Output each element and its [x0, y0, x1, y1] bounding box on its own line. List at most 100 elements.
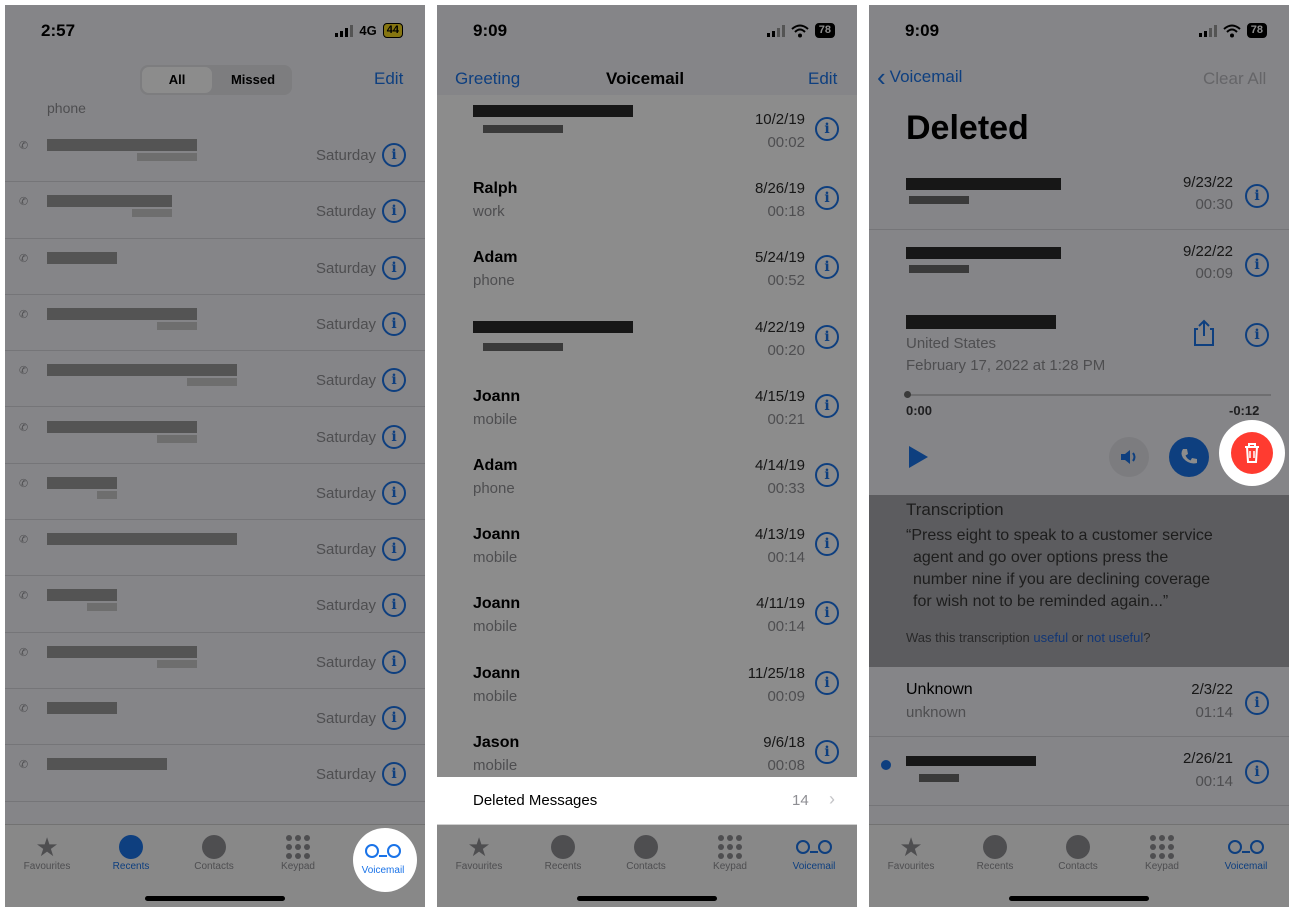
info-icon[interactable]: i [382, 762, 406, 787]
tab-voicemail[interactable]: Voicemail [343, 837, 423, 876]
segment-missed[interactable]: Missed [216, 67, 290, 93]
call-row[interactable]: ✆ Saturday i [5, 181, 425, 239]
tab-keypad[interactable]: Keypad [1122, 833, 1202, 872]
voicemail-row[interactable]: Joann mobile 4/13/19 00:14 i [437, 510, 857, 581]
back-button[interactable]: ‹ Voicemail [877, 64, 963, 90]
edit-button[interactable]: Edit [374, 69, 403, 89]
call-row[interactable]: ✆ Saturday i [5, 632, 425, 689]
info-icon[interactable]: i [815, 117, 839, 141]
tab-recents[interactable]: Recents [91, 833, 171, 872]
tab-keypad[interactable]: Keypad [258, 833, 338, 872]
info-icon[interactable]: i [1245, 691, 1269, 715]
info-icon[interactable]: i [815, 601, 839, 626]
back-label: Voicemail [889, 67, 963, 86]
tab-voicemail[interactable]: Voicemail [774, 833, 854, 872]
info-icon[interactable]: i [382, 480, 406, 505]
segment-all[interactable]: All [142, 67, 212, 93]
greeting-button[interactable]: Greeting [455, 69, 520, 89]
voicemail-row[interactable]: Adam phone 5/24/19 00:52 i [437, 233, 857, 304]
info-icon[interactable]: i [382, 649, 406, 674]
edit-button[interactable]: Edit [808, 69, 837, 89]
tab-voicemail[interactable]: Voicemail [1206, 833, 1286, 872]
info-icon[interactable]: i [382, 424, 406, 449]
info-icon[interactable]: i [815, 532, 839, 557]
play-icon[interactable] [907, 445, 929, 469]
tab-keypad[interactable]: Keypad [690, 833, 770, 872]
transcription-block: Transcription “Press eight to speak to a… [869, 495, 1289, 667]
call-row[interactable]: ✆ Saturday i [5, 575, 425, 633]
call-row[interactable]: ✆ Saturday i [5, 744, 425, 802]
playback-scrubber[interactable] [904, 391, 1271, 398]
voicemail-row[interactable]: Adam phone 4/14/19 00:33 i [437, 441, 857, 512]
tab-contacts[interactable]: Contacts [606, 833, 686, 872]
deleted-row[interactable]: Unknown unknown 2/3/22 01:14 i [869, 667, 1289, 737]
tab-contacts[interactable]: Contacts [1038, 833, 1118, 872]
tab-contacts[interactable]: Contacts [174, 833, 254, 872]
share-icon[interactable] [1192, 319, 1216, 347]
tab-keypad-label: Keypad [1145, 861, 1179, 872]
voicemail-date: 10/2/19 [754, 111, 805, 128]
keypad-icon [718, 835, 742, 859]
call-row[interactable]: ✆ Saturday i [5, 350, 425, 408]
status-bar: 9:09 78 [437, 5, 857, 57]
info-icon[interactable]: i [382, 255, 406, 280]
tab-favourites[interactable]: ★ Favourites [439, 832, 519, 873]
info-icon[interactable]: i [815, 670, 839, 695]
voicemail-row[interactable]: Joann mobile 4/11/19 00:14 i [437, 579, 857, 650]
call-back-button[interactable] [1169, 437, 1209, 477]
call-row[interactable]: ✆ Saturday i [5, 238, 425, 295]
page-title: Deleted [906, 109, 1029, 147]
deleted-row[interactable]: 9/22/22 00:09 i [869, 229, 1289, 299]
info-icon[interactable]: i [1245, 184, 1269, 208]
not-useful-link[interactable]: not useful [1087, 630, 1143, 645]
person-icon [202, 835, 226, 859]
voicemail-row[interactable]: Ralph work 8/26/19 00:18 i [437, 164, 857, 235]
info-icon[interactable]: i [815, 393, 839, 418]
caller-redacted [97, 490, 117, 499]
info-icon[interactable]: i [382, 311, 406, 336]
home-indicator [577, 896, 717, 901]
phone-call-icon: ✆ [19, 365, 29, 378]
info-icon[interactable]: i [1245, 323, 1269, 347]
info-icon[interactable]: i [382, 368, 406, 393]
voicemail-row[interactable]: Joann mobile 11/25/18 00:09 i [437, 648, 857, 719]
transcription-line: “Press eight to speak to a customer serv… [906, 527, 1213, 544]
info-icon[interactable]: i [1245, 760, 1269, 784]
speaker-button[interactable] [1109, 437, 1149, 477]
info-icon[interactable]: i [382, 593, 406, 618]
info-icon[interactable]: i [382, 537, 406, 562]
deleted-row[interactable]: 2/26/21 00:14 i [869, 736, 1289, 806]
tab-recents[interactable]: Recents [955, 833, 1035, 872]
call-row[interactable]: ✆ Saturday i [5, 125, 425, 183]
info-icon[interactable]: i [1245, 253, 1269, 277]
voicemail-row[interactable]: 4/22/19 00:20 i [437, 302, 857, 373]
info-icon[interactable]: i [815, 739, 839, 764]
info-icon[interactable]: i [815, 186, 839, 211]
call-row[interactable]: ✆ Saturday i [5, 463, 425, 521]
info-icon[interactable]: i [382, 199, 406, 224]
voicemail-row[interactable]: Joann mobile 4/15/19 00:21 i [437, 371, 857, 442]
tab-favourites[interactable]: ★ Favourites [7, 832, 87, 873]
deleted-row[interactable]: 9/23/22 00:30 i [869, 160, 1289, 230]
clock-icon [551, 835, 575, 859]
person-icon [1066, 835, 1090, 859]
deleted-messages-row[interactable]: Deleted Messages 14 › [437, 777, 857, 825]
call-row[interactable]: ✆ Saturday i [5, 407, 425, 464]
info-icon[interactable]: i [815, 463, 839, 487]
tab-favourites[interactable]: ★ Favourites [871, 832, 951, 873]
info-icon[interactable]: i [815, 255, 839, 280]
tab-favourites-label: Favourites [455, 861, 503, 872]
call-row[interactable]: ✆ Saturday i [5, 688, 425, 746]
voicemail-row[interactable]: 10/2/19 00:02 i [437, 95, 857, 166]
call-row[interactable]: ✆ Saturday i [5, 294, 425, 352]
tab-recents[interactable]: Recents [523, 833, 603, 872]
scrubber-thumb[interactable] [904, 391, 911, 398]
info-icon[interactable]: i [382, 706, 406, 730]
clear-all-button[interactable]: Clear All [1203, 69, 1266, 89]
info-icon[interactable]: i [382, 143, 406, 167]
call-row[interactable]: ✆ Saturday i [5, 519, 425, 577]
useful-link[interactable]: useful [1033, 630, 1068, 645]
caller-redacted [47, 758, 167, 771]
info-icon[interactable]: i [815, 324, 839, 349]
delete-button[interactable] [1231, 432, 1273, 474]
